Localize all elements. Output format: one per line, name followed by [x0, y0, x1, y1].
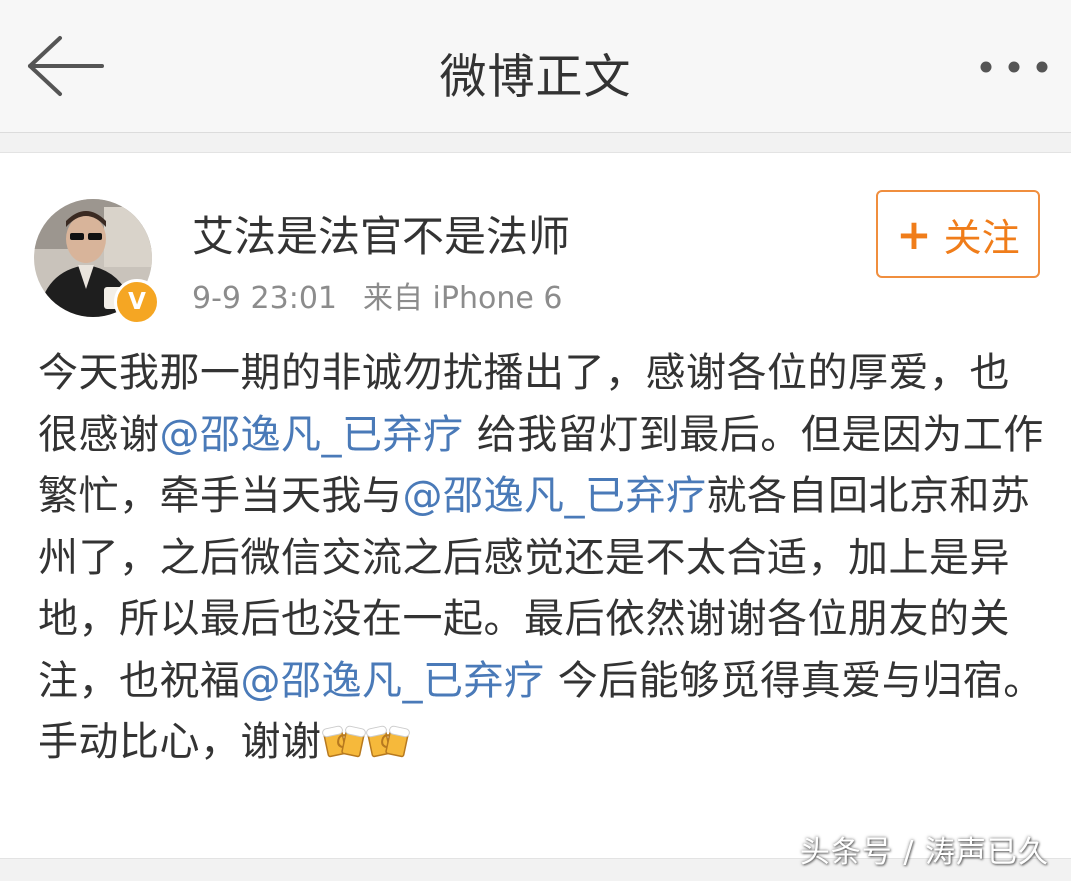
- beer-cheers-icon: [365, 718, 410, 780]
- watermark: 头条号 / 涛声已久: [799, 835, 1049, 870]
- post-body: 今天我那一期的非诚勿扰播出了，感谢各位的厚爱，也很感谢@邵逸凡_已弃疗 给我留灯…: [38, 343, 1048, 780]
- top-nav-bar: 微博正文: [0, 0, 1071, 133]
- more-dots-icon: [980, 61, 1048, 73]
- post-source: 来自 iPhone 6: [363, 281, 563, 316]
- verified-badge-icon: V: [114, 279, 160, 325]
- page-title: 微博正文: [439, 50, 632, 105]
- follow-button[interactable]: + 关注: [876, 190, 1040, 278]
- author-name[interactable]: 艾法是法官不是法师: [192, 203, 570, 264]
- post-meta: 9-9 23:01 来自 iPhone 6: [192, 273, 562, 317]
- post-card: V 艾法是法官不是法师 9-9 23:01 来自 iPhone 6 + 关注 今天…: [0, 152, 1071, 859]
- post-time: 9-9 23:01: [192, 281, 337, 316]
- mention-link[interactable]: @邵逸凡_已弃疗: [241, 658, 545, 704]
- mention-link[interactable]: @邵逸凡_已弃疗: [160, 412, 464, 458]
- follow-label: 关注: [943, 215, 1020, 260]
- mention-link[interactable]: @邵逸凡_已弃疗: [403, 473, 707, 519]
- plus-icon: +: [896, 209, 932, 259]
- more-button[interactable]: [972, 52, 1056, 82]
- beer-cheers-icon: [321, 718, 366, 780]
